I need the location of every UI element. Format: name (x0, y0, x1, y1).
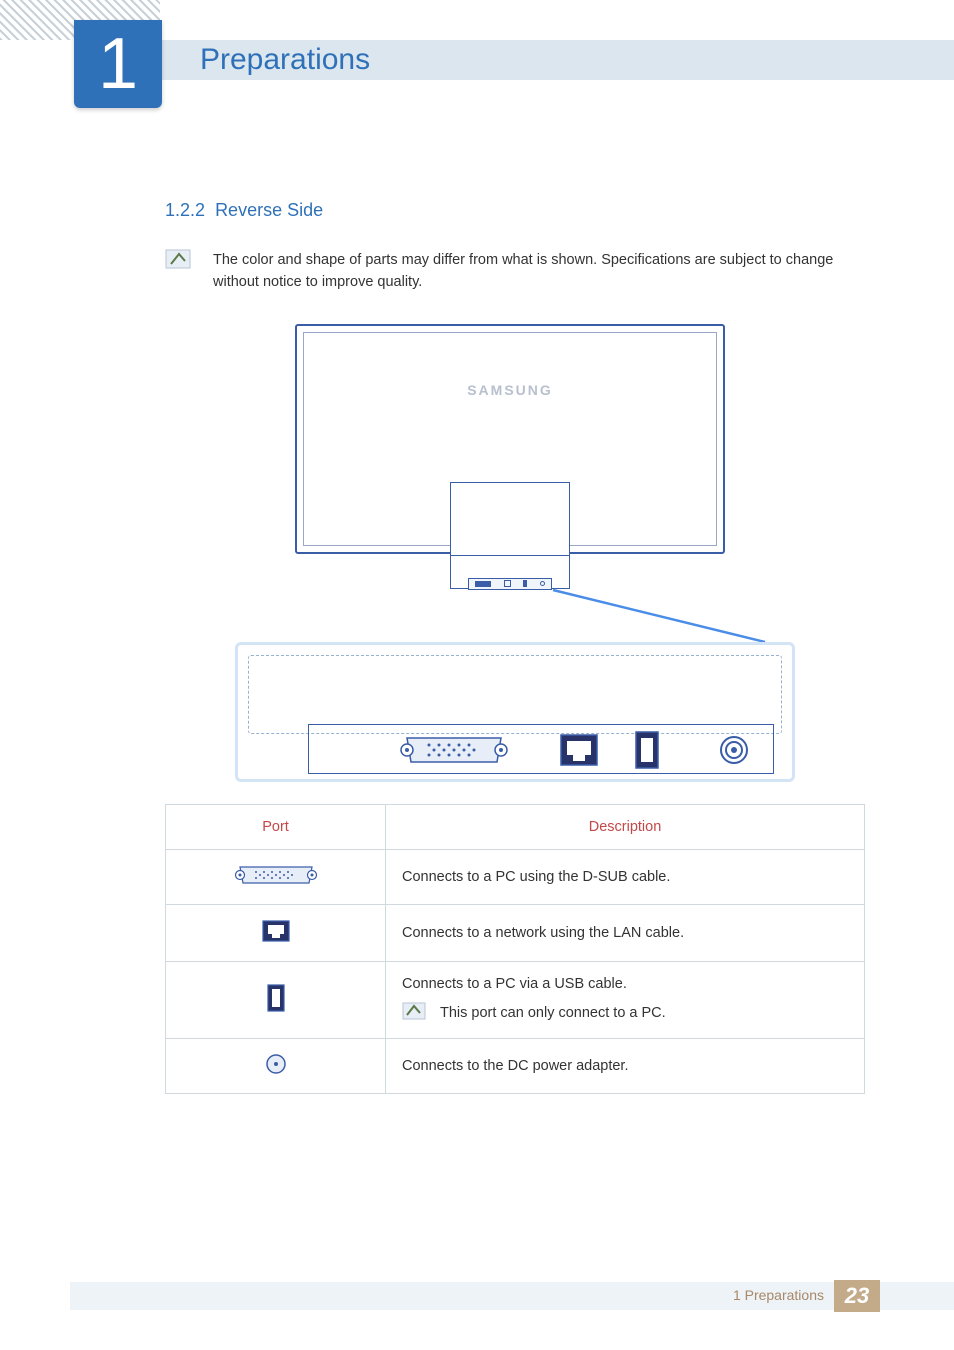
port-panel-dashed (248, 655, 782, 734)
lan-port-icon (559, 733, 599, 772)
chapter-title: Preparations (200, 43, 370, 77)
mini-lan-icon (504, 580, 511, 587)
header-stripe: Preparations (160, 40, 954, 80)
usb-port-icon (634, 730, 660, 775)
chapter-number: 1 (98, 23, 138, 105)
chapter-header: Preparations 1 (0, 0, 954, 80)
note-icon (402, 1002, 426, 1024)
usb-desc-text: Connects to a PC via a USB cable. (402, 976, 627, 992)
lan-port-cell (166, 904, 386, 961)
port-panel (235, 642, 795, 782)
usb-subnote-text: This port can only connect to a PC. (440, 1005, 666, 1021)
lan-desc: Connects to a network using the LAN cabl… (386, 904, 865, 961)
vga-port-cell (166, 849, 386, 904)
dc-desc: Connects to the DC power adapter. (386, 1038, 865, 1093)
footer-label: 1 Preparations (733, 1287, 824, 1303)
table-row: Connects to a PC via a USB cable. This p… (166, 961, 865, 1038)
mini-dc-icon (540, 581, 545, 586)
note-text: The color and shape of parts may differ … (213, 249, 854, 294)
usb-desc: Connects to a PC via a USB cable. This p… (386, 961, 865, 1038)
usb-subnote: This port can only connect to a PC. (402, 1002, 848, 1024)
note-icon (165, 249, 191, 294)
mini-usb-icon (523, 580, 527, 587)
dc-port-cell (166, 1038, 386, 1093)
usb-port-cell (166, 961, 386, 1038)
dc-port-icon (719, 735, 749, 770)
note-block: The color and shape of parts may differ … (165, 249, 854, 294)
table-row: Connects to a network using the LAN cabl… (166, 904, 865, 961)
subsection-title: Reverse Side (215, 200, 323, 220)
footer-page-number: 23 (845, 1283, 869, 1309)
mini-port-icon (475, 581, 491, 587)
footer-page-box: 23 (834, 1280, 880, 1312)
page-content: 1.2.2 Reverse Side The color and shape o… (0, 80, 954, 1094)
table-row: Connects to the DC power adapter. (166, 1038, 865, 1093)
subsection-heading: 1.2.2 Reverse Side (165, 200, 854, 221)
port-strip (308, 724, 774, 774)
stand-port-strip (468, 578, 552, 590)
chapter-number-box: 1 (74, 20, 162, 108)
stand-upper (450, 482, 570, 556)
page-footer: 1 Preparations 23 (0, 1282, 954, 1322)
table-header-description: Description (386, 804, 865, 849)
vga-desc: Connects to a PC using the D-SUB cable. (386, 849, 865, 904)
monitor-logo: SAMSUNG (295, 382, 725, 398)
port-description-table: Port Description Connects to a PC using … (165, 804, 865, 1094)
vga-port-icon (399, 733, 509, 772)
table-header-port: Port (166, 804, 386, 849)
table-row: Connects to a PC using the D-SUB cable. (166, 849, 865, 904)
subsection-number: 1.2.2 (165, 200, 205, 220)
reverse-side-figure: SAMSUNG (165, 324, 854, 804)
